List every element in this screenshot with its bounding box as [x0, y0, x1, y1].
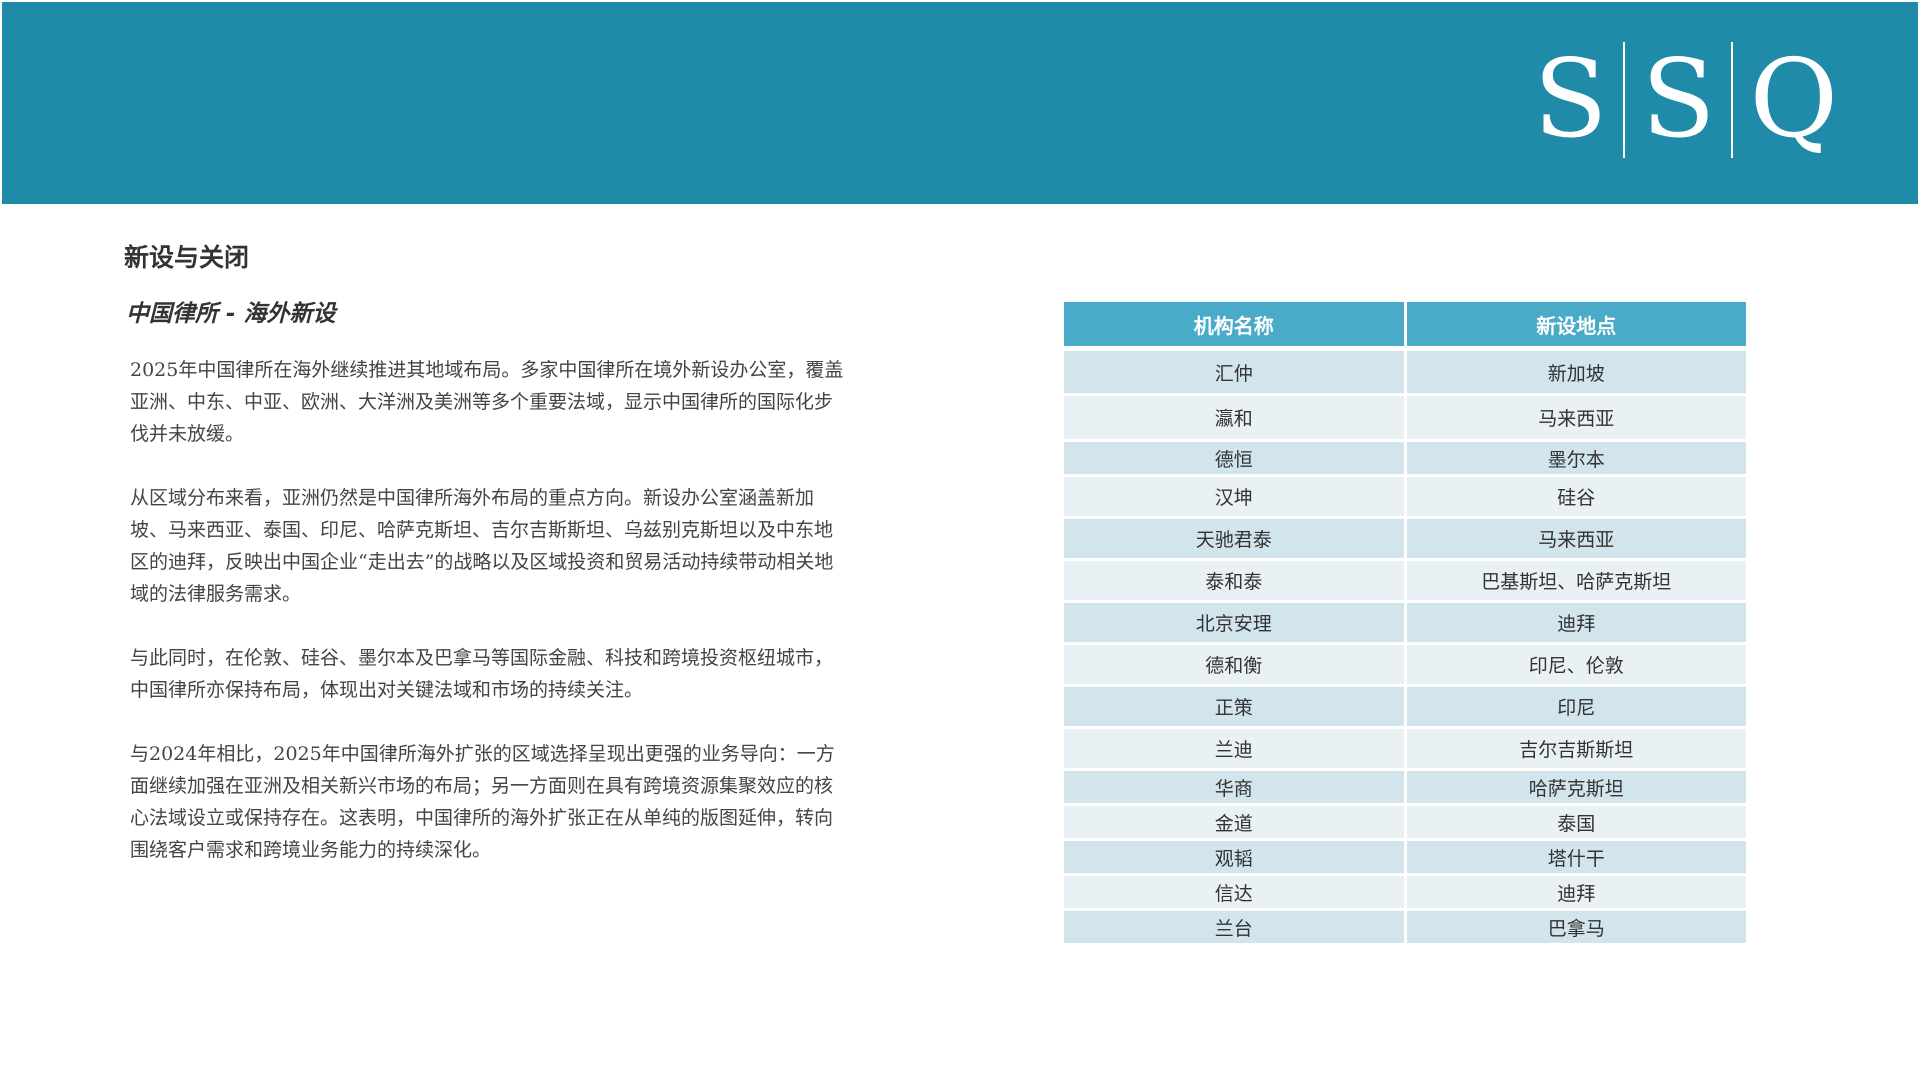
firm-name-cell: 金道: [1064, 804, 1407, 841]
table-row: 华商 哈萨克斯坦: [1064, 769, 1746, 806]
table-row: 信达 迪拜: [1064, 874, 1746, 911]
table-row: 兰迪 吉尔吉斯斯坦: [1064, 727, 1746, 771]
location-cell: 硅谷: [1405, 475, 1746, 519]
paragraph-2: 从区域分布来看，亚洲仍然是中国律所海外布局的重点方向。新设办公室涵盖新加坡、马来…: [130, 487, 834, 605]
subtitle: 中国律所 - 海外新设: [126, 301, 336, 327]
location-cell: 巴基斯坦、哈萨克斯坦: [1405, 559, 1746, 603]
firm-name-cell: 天驰君泰: [1064, 517, 1407, 561]
location-cell: 迪拜: [1405, 874, 1746, 911]
location-cell: 马来西亚: [1405, 394, 1746, 442]
section-title: 新设与关闭: [124, 243, 250, 272]
location-cell: 印尼、伦敦: [1405, 643, 1746, 687]
location-cell: 迪拜: [1405, 601, 1746, 645]
firm-name-cell: 兰台: [1064, 909, 1407, 946]
table-row: 汉坤 硅谷: [1064, 475, 1746, 519]
table-row: 汇仲 新加坡: [1064, 348, 1746, 396]
firm-name-cell: 北京安理: [1064, 601, 1407, 645]
firm-name-cell: 观韬: [1064, 839, 1407, 876]
table-header-row: 机构名称 新设地点: [1064, 302, 1746, 351]
paragraph-3: 与此同时，在伦敦、硅谷、墨尔本及巴拿马等国际金融、科技和跨境投资枢纽城市，中国律…: [130, 647, 834, 701]
firm-name-cell: 信达: [1064, 874, 1407, 911]
logo-letter-3: Q: [1749, 37, 1838, 162]
location-cell: 印尼: [1405, 685, 1746, 729]
location-cell: 新加坡: [1405, 348, 1746, 396]
table-row: 金道 泰国: [1064, 804, 1746, 841]
table-row: 泰和泰 巴基斯坦、哈萨克斯坦: [1064, 559, 1746, 603]
location-cell: 泰国: [1405, 804, 1746, 841]
firm-name-cell: 汇仲: [1064, 348, 1407, 396]
location-cell: 墨尔本: [1405, 440, 1746, 477]
table-row: 观韬 塔什干: [1064, 839, 1746, 876]
firm-name-cell: 瀛和: [1064, 394, 1407, 442]
firm-name-cell: 德和衡: [1064, 643, 1407, 687]
firm-name-cell: 德恒: [1064, 440, 1407, 477]
logo-letter-2: S: [1641, 37, 1716, 162]
location-cell: 哈萨克斯坦: [1405, 769, 1746, 806]
new-offices-table: 机构名称 新设地点 汇仲 新加坡 瀛和 马来西亚 德恒 墨尔本 汉坤 硅谷 天驰: [1064, 302, 1746, 946]
table-row: 北京安理 迪拜: [1064, 601, 1746, 645]
header-new-location: 新设地点: [1405, 302, 1746, 351]
header-band: S S Q: [2, 2, 1918, 204]
location-cell: 巴拿马: [1405, 909, 1746, 946]
firm-name-cell: 汉坤: [1064, 475, 1407, 519]
firm-name-cell: 正策: [1064, 685, 1407, 729]
paragraph-1: 2025年中国律所在海外继续推进其地域布局。多家中国律所在境外新设办公室，覆盖亚…: [130, 359, 844, 445]
paragraph-4: 与2024年相比，2025年中国律所海外扩张的区域选择呈现出更强的业务导向：一方…: [130, 743, 835, 861]
table-row: 兰台 巴拿马: [1064, 909, 1746, 946]
table-row: 天驰君泰 马来西亚: [1064, 517, 1746, 561]
table-row: 德恒 墨尔本: [1064, 440, 1746, 477]
firm-name-cell: 华商: [1064, 769, 1407, 806]
logo-letter-1: S: [1533, 37, 1608, 162]
location-cell: 吉尔吉斯斯坦: [1405, 727, 1746, 771]
location-cell: 塔什干: [1405, 839, 1746, 876]
table-row: 正策 印尼: [1064, 685, 1746, 729]
ssq-logo: S S Q: [1517, 38, 1854, 162]
location-cell: 马来西亚: [1405, 517, 1746, 561]
header-firm-name: 机构名称: [1064, 302, 1407, 351]
table-row: 德和衡 印尼、伦敦: [1064, 643, 1746, 687]
table-row: 瀛和 马来西亚: [1064, 394, 1746, 442]
firm-name-cell: 兰迪: [1064, 727, 1407, 771]
body-text: 2025年中国律所在海外继续推进其地域布局。多家中国律所在境外新设办公室，覆盖亚…: [130, 354, 850, 898]
firm-name-cell: 泰和泰: [1064, 559, 1407, 603]
offices-table: 机构名称 新设地点 汇仲 新加坡 瀛和 马来西亚 德恒 墨尔本 汉坤 硅谷 天驰: [1064, 302, 1746, 946]
